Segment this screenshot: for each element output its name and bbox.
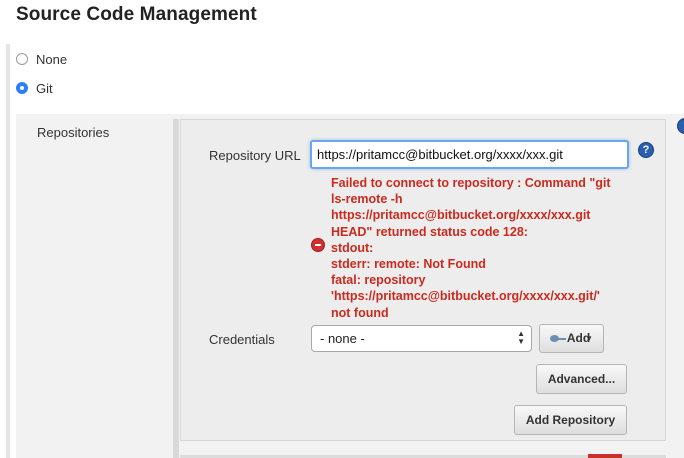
repository-url-input[interactable] (310, 140, 629, 169)
add-repository-button[interactable]: Add Repository (514, 405, 627, 435)
error-line: ls-remote -h (331, 192, 403, 207)
section-indent-bar (6, 44, 10, 458)
error-line: 'https://pritamcc@bitbucket.org/xxxx/xxx… (331, 289, 600, 304)
section-title: Source Code Management (16, 4, 257, 25)
radio-none-label: None (36, 51, 68, 67)
error-line: stderr: remote: Not Found (331, 257, 486, 272)
help-icon[interactable]: ? (638, 142, 654, 158)
key-icon (550, 335, 566, 342)
error-message: Failed to connect to repository : Comman… (331, 175, 631, 321)
credentials-label: Credentials (209, 332, 275, 347)
credentials-select-value: - none - (320, 331, 365, 346)
error-line: HEAD" returned status code 128: (331, 224, 528, 239)
radio-git-label: Git (36, 80, 53, 96)
repository-indent-bar (173, 119, 179, 458)
error-line: Failed to connect to repository : Comman… (331, 176, 611, 190)
caret-down-icon: ▼ (585, 334, 593, 343)
error-line: https://pritamcc@bitbucket.org/xxxx/xxx.… (331, 208, 591, 223)
add-credentials-button[interactable]: Add ▼ (539, 324, 604, 353)
error-icon (311, 238, 325, 252)
radio-option-none[interactable]: None (16, 49, 67, 69)
radio-none[interactable] (16, 53, 28, 65)
error-line: fatal: repository (331, 273, 426, 288)
error-line: not found (331, 305, 389, 320)
select-arrows-icon: ▲ ▼ (517, 329, 525, 346)
radio-git[interactable] (16, 82, 28, 94)
credentials-select[interactable]: - none - ▲ ▼ (311, 325, 532, 352)
repository-url-label: Repository URL (209, 148, 301, 163)
advanced-button[interactable]: Advanced... (536, 364, 627, 394)
repositories-label: Repositories (37, 125, 110, 140)
delete-button-edge[interactable] (588, 454, 622, 458)
radio-option-git[interactable]: Git (16, 78, 53, 98)
error-line: stdout: (331, 240, 374, 255)
